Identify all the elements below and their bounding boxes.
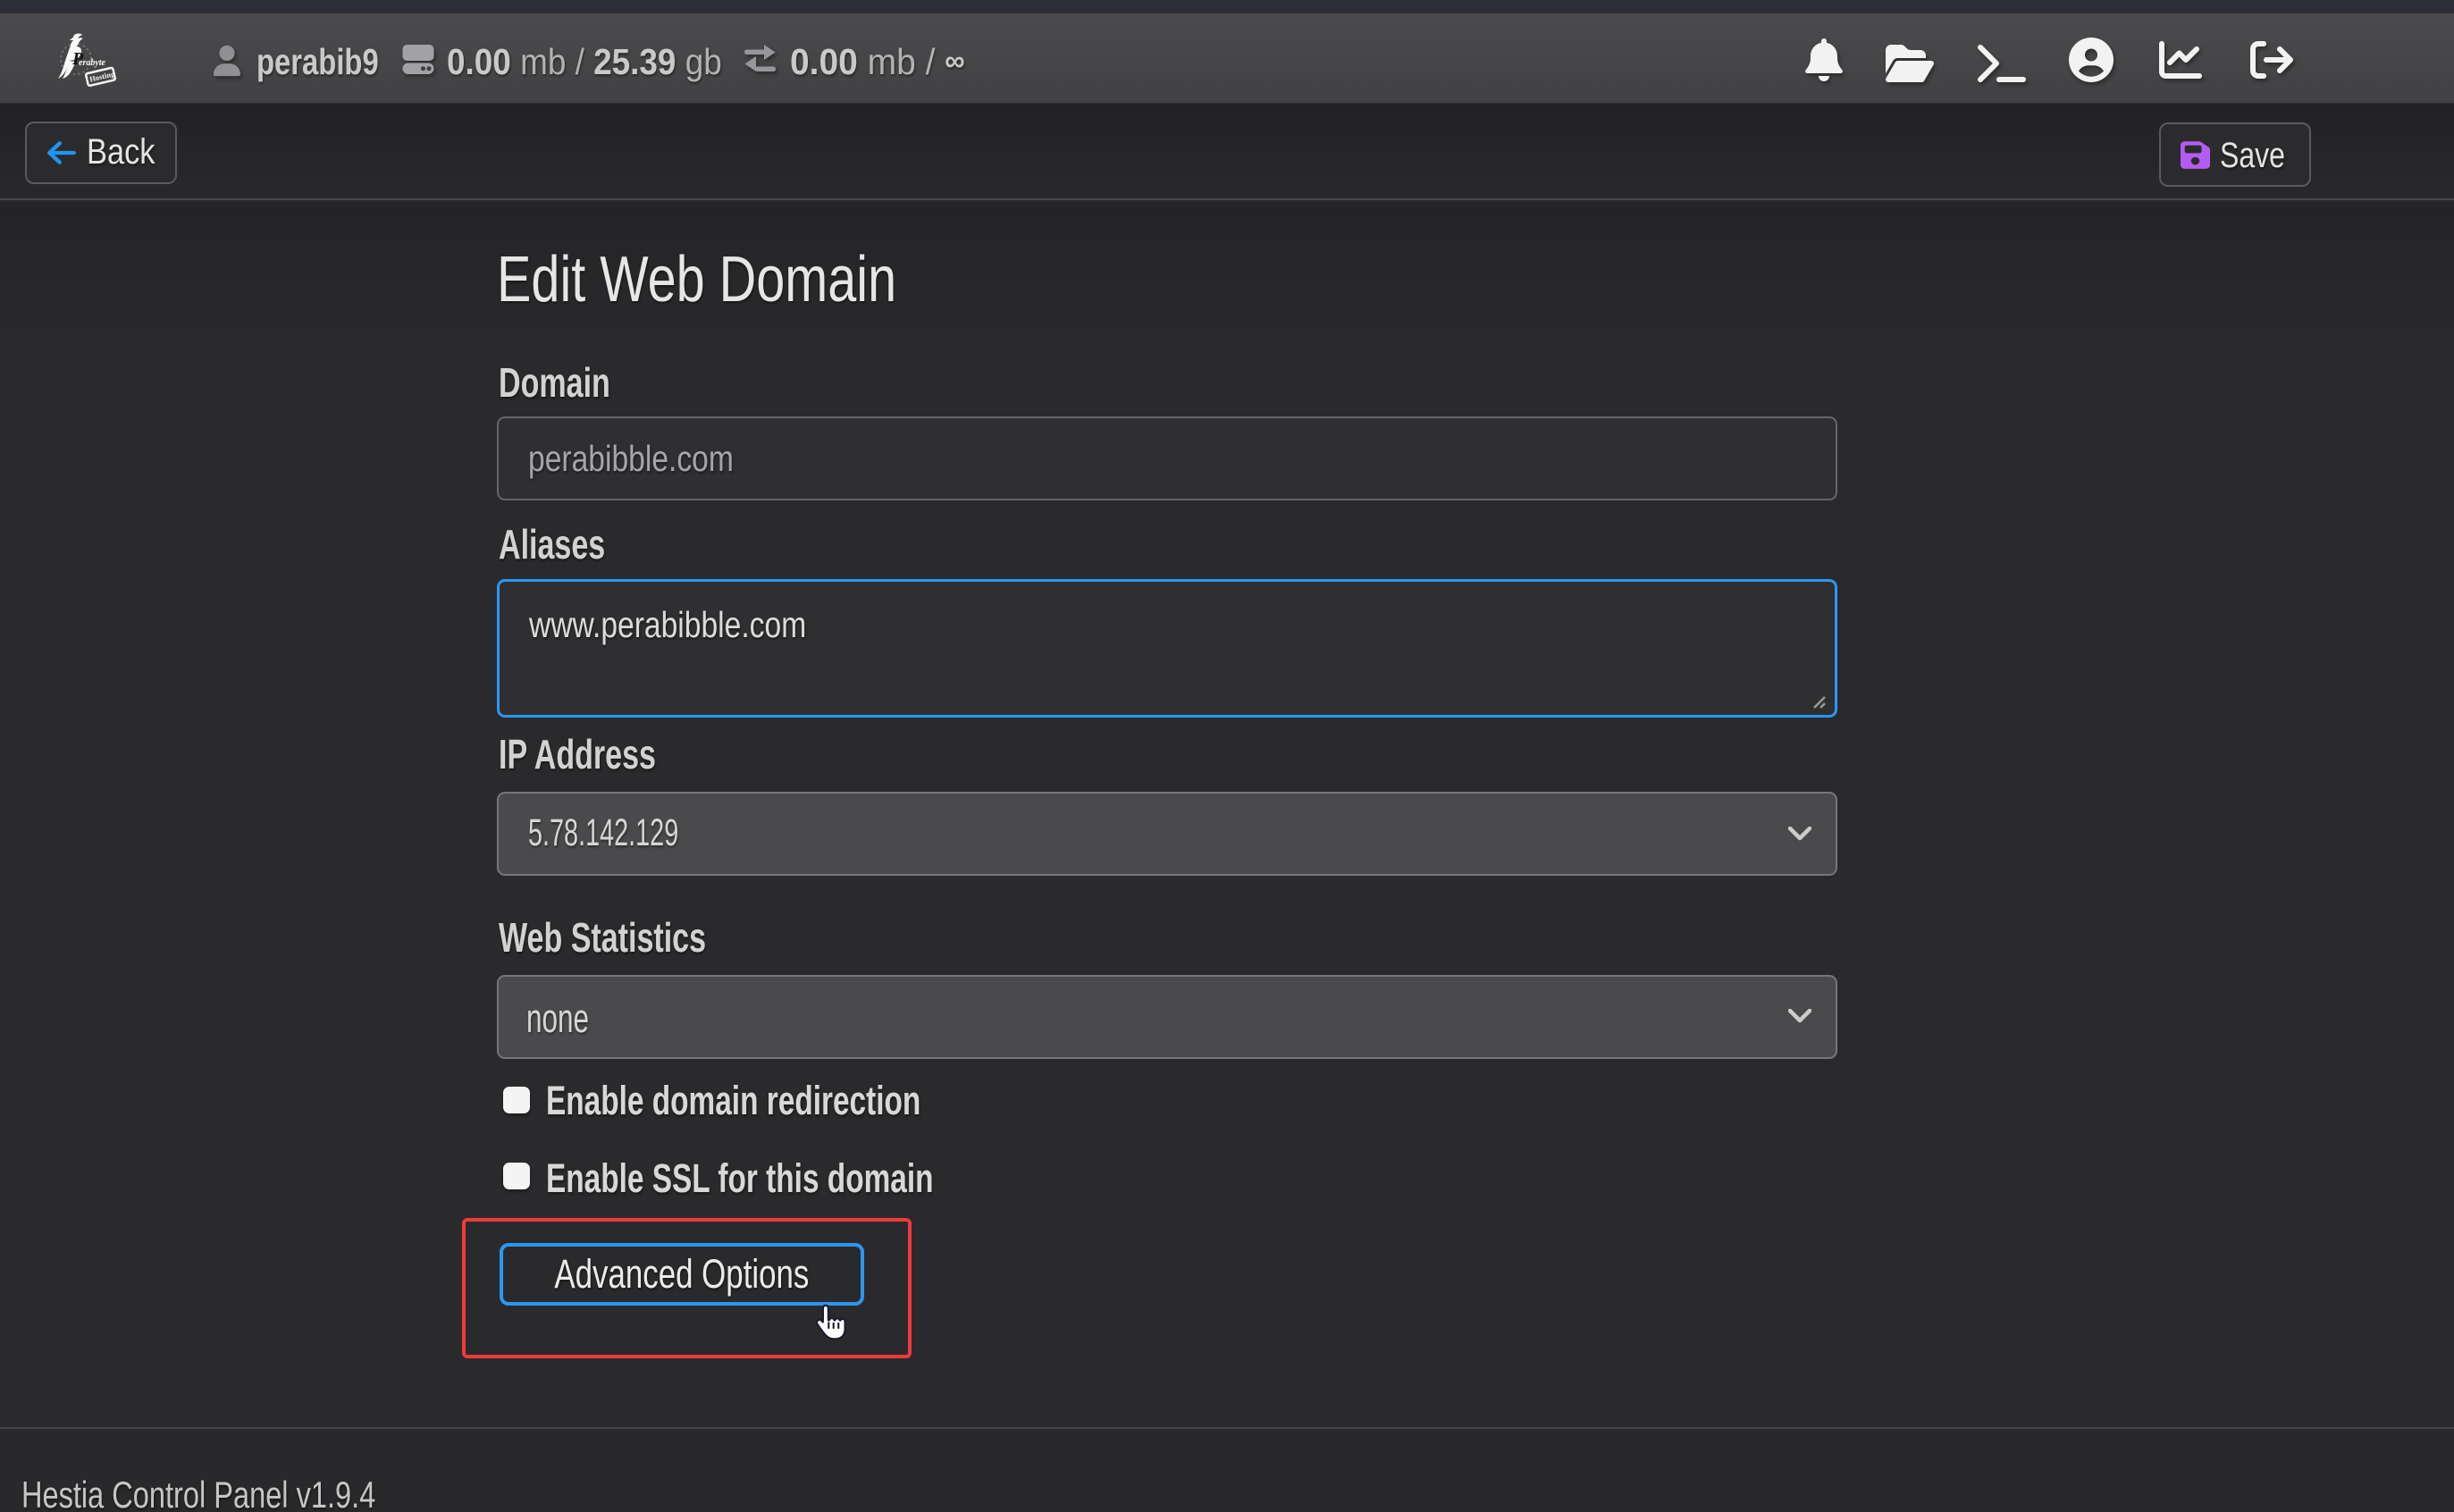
svg-text:erabyte: erabyte [79, 58, 106, 68]
